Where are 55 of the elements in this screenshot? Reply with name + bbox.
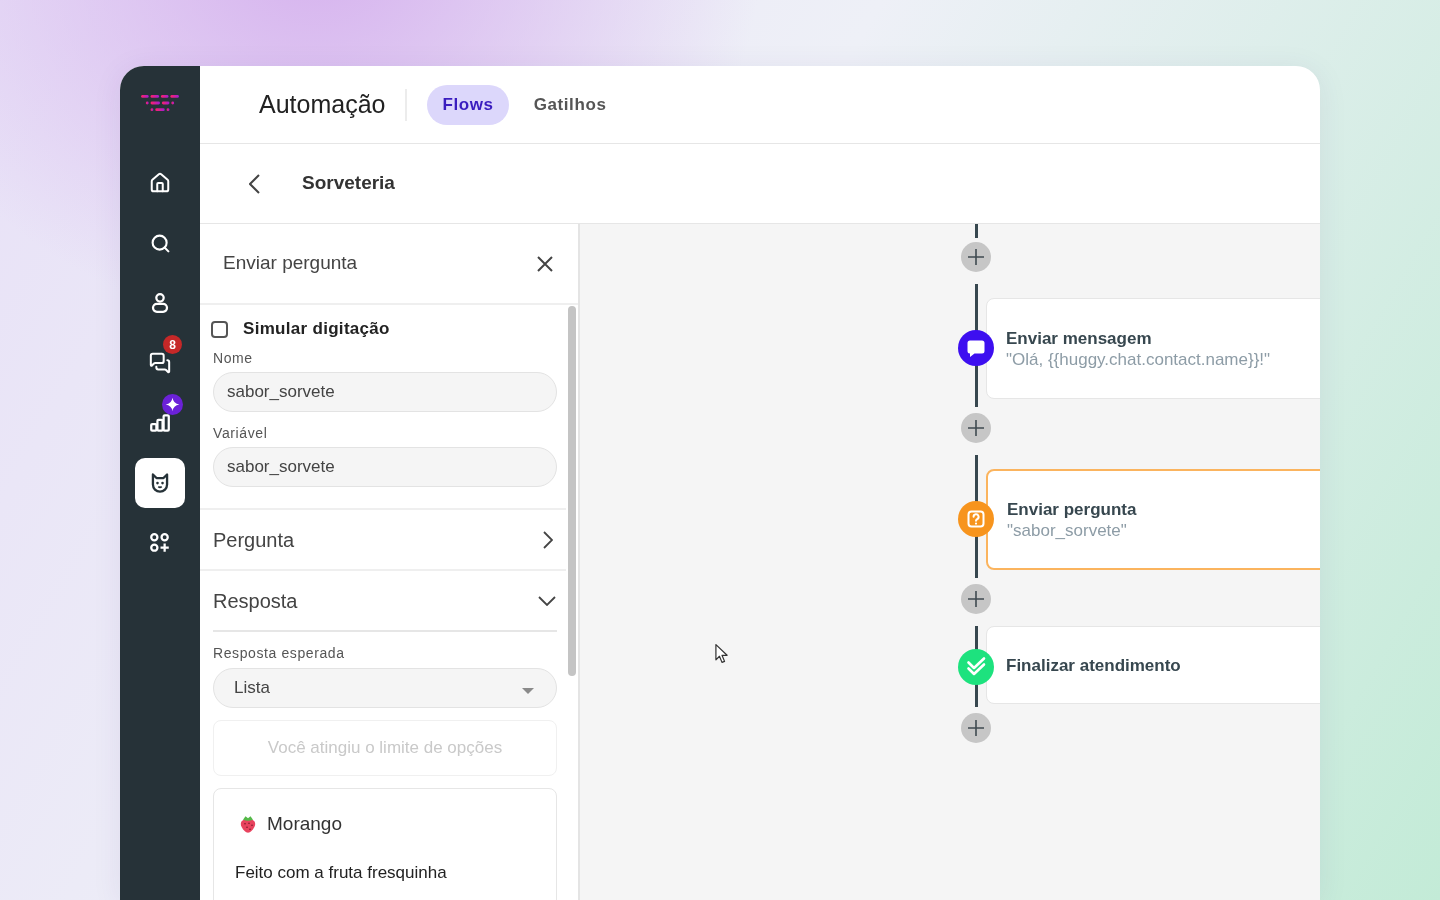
strawberry-icon [240,814,256,834]
chat-bubbles-icon [149,352,171,374]
option-title: Morango [267,812,342,836]
chevron-left-icon [248,173,260,194]
text-field[interactable]: sabor_sorvete [213,372,557,412]
sidebar-item[interactable]: 8 [135,338,185,388]
tab[interactable]: Gatilhos [518,84,622,125]
bar-chart-icon [150,414,170,432]
notification-badge: 8 [163,335,182,354]
flow-step-card[interactable]: Enviar mensagem "Olá, {{huggy.chat.contact.name}}!" [986,298,1320,399]
checkbox-label: Simular digitação [243,318,390,341]
step-title: Finalizar atendimento [1006,654,1182,676]
dropdown-caret-icon [522,688,534,694]
plus-icon [968,591,984,607]
section-header[interactable]: Pergunta [213,510,560,569]
scrollbar-thumb[interactable] [568,306,576,676]
sidebar-item[interactable] [135,458,185,508]
field-label: Nome [213,350,254,367]
panel-title: Enviar pergunta [223,251,358,276]
add-step-button[interactable] [961,413,991,443]
step-title: Enviar pergunta [1007,498,1138,520]
question-icon [958,501,994,537]
flow-step-card[interactable]: Finalizar atendimento [986,626,1320,704]
cat-face-icon [151,473,169,493]
double-check-icon [958,648,994,685]
checkbox[interactable] [211,320,228,338]
app-logo [141,95,179,112]
plus-icon [968,720,984,736]
plus-icon [968,420,984,436]
search-icon [149,232,171,254]
step-title: Enviar mensagem [1006,327,1153,349]
flow-name: Sorveteria [302,171,395,196]
field-label: Variável [213,425,269,442]
mouse-pointer-icon [715,644,728,663]
sparkle-icon [162,394,183,415]
section-header[interactable]: Resposta [213,571,557,632]
add-step-button[interactable] [961,713,991,743]
add-step-button[interactable] [961,242,991,272]
field-label: Resposta esperada [213,645,346,662]
chat-bubble-icon [958,330,994,366]
step-detail: "Olá, {{huggy.chat.contact.name}}!" [1006,348,1272,370]
option-card[interactable]: Morango Feito com a fruta fresquinha [213,788,557,900]
page-title: Automação [259,88,386,120]
text-field[interactable]: sabor_sorvete [213,447,557,487]
close-icon [537,255,553,272]
flow-step-card[interactable]: Enviar pergunta "sabor_sorvete" [986,469,1320,570]
tab[interactable]: Flows [427,84,509,125]
home-icon [149,172,171,194]
add-step-button[interactable] [961,584,991,614]
option-description: Feito com a fruta fresquinha [235,863,448,883]
person-icon [151,293,169,313]
dropdown-field[interactable]: Lista [213,668,557,708]
step-detail: "sabor_sorvete" [1007,519,1128,541]
apps-icon [150,533,170,553]
plus-icon [968,249,984,265]
